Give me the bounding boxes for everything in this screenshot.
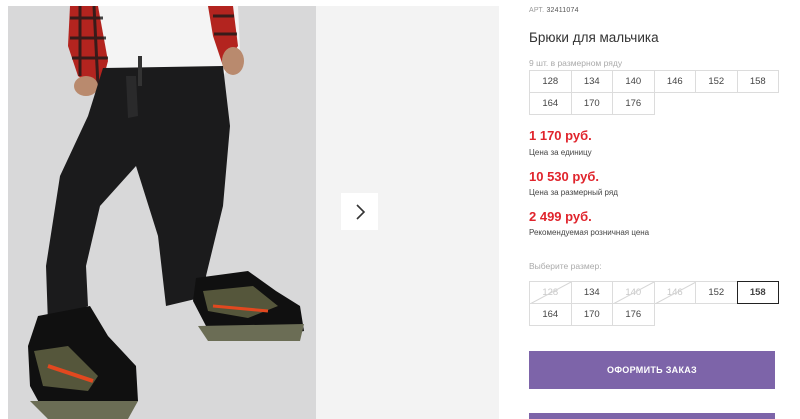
unit-price-label: Цена за единицу (529, 148, 592, 157)
pack-caption: 9 шт. в размерном ряду (529, 58, 623, 68)
product-gallery (0, 0, 505, 419)
choose-size-label: Выберите размер: (529, 261, 602, 271)
pack-size-cell: 164 (529, 92, 572, 115)
pack-size-cell: 146 (653, 70, 696, 93)
size-option-unavailable: 128 (529, 281, 572, 304)
unit-price: 1 170 руб. (529, 128, 592, 143)
retail-price: 2 499 руб. (529, 209, 592, 224)
place-order-button[interactable]: ОФОРМИТЬ ЗАКАЗ (529, 351, 775, 389)
pack-size-grid: 128 134 140 146 152 158 164 170 176 (529, 70, 779, 115)
size-option-unavailable: 140 (612, 281, 655, 304)
pack-size-cell: 134 (570, 70, 613, 93)
article-label: АРТ. (529, 7, 545, 14)
pack-size-cell: 176 (612, 92, 655, 115)
size-option[interactable]: 152 (695, 281, 738, 304)
retail-price-label: Рекомендуемая розничная цена (529, 228, 650, 237)
product-title: Брюки для мальчика (529, 30, 659, 45)
pack-size-cell: 152 (695, 70, 738, 93)
size-selector: 128 134 140 146 152 158 164 170 176 (529, 281, 779, 326)
pack-size-cell: 128 (529, 70, 572, 93)
article-number: АРТ. 32411074 (529, 7, 579, 14)
size-option-selected[interactable]: 158 (736, 281, 779, 304)
pack-size-cell: 140 (612, 70, 655, 93)
size-option[interactable]: 134 (570, 281, 613, 304)
pack-price-label: Цена за размерный ряд (529, 188, 618, 197)
size-option[interactable]: 176 (612, 303, 655, 326)
size-option[interactable]: 170 (570, 303, 613, 326)
size-option-unavailable: 146 (653, 281, 696, 304)
pack-price: 10 530 руб. (529, 169, 600, 184)
pack-size-cell: 170 (570, 92, 613, 115)
gallery-next-button[interactable] (341, 193, 378, 230)
chevron-right-icon (354, 203, 366, 220)
pack-size-cell: 158 (736, 70, 779, 93)
size-option[interactable]: 164 (529, 303, 572, 326)
secondary-action-button[interactable] (529, 413, 775, 419)
product-photo (8, 6, 316, 419)
article-value: 32411074 (546, 7, 579, 14)
